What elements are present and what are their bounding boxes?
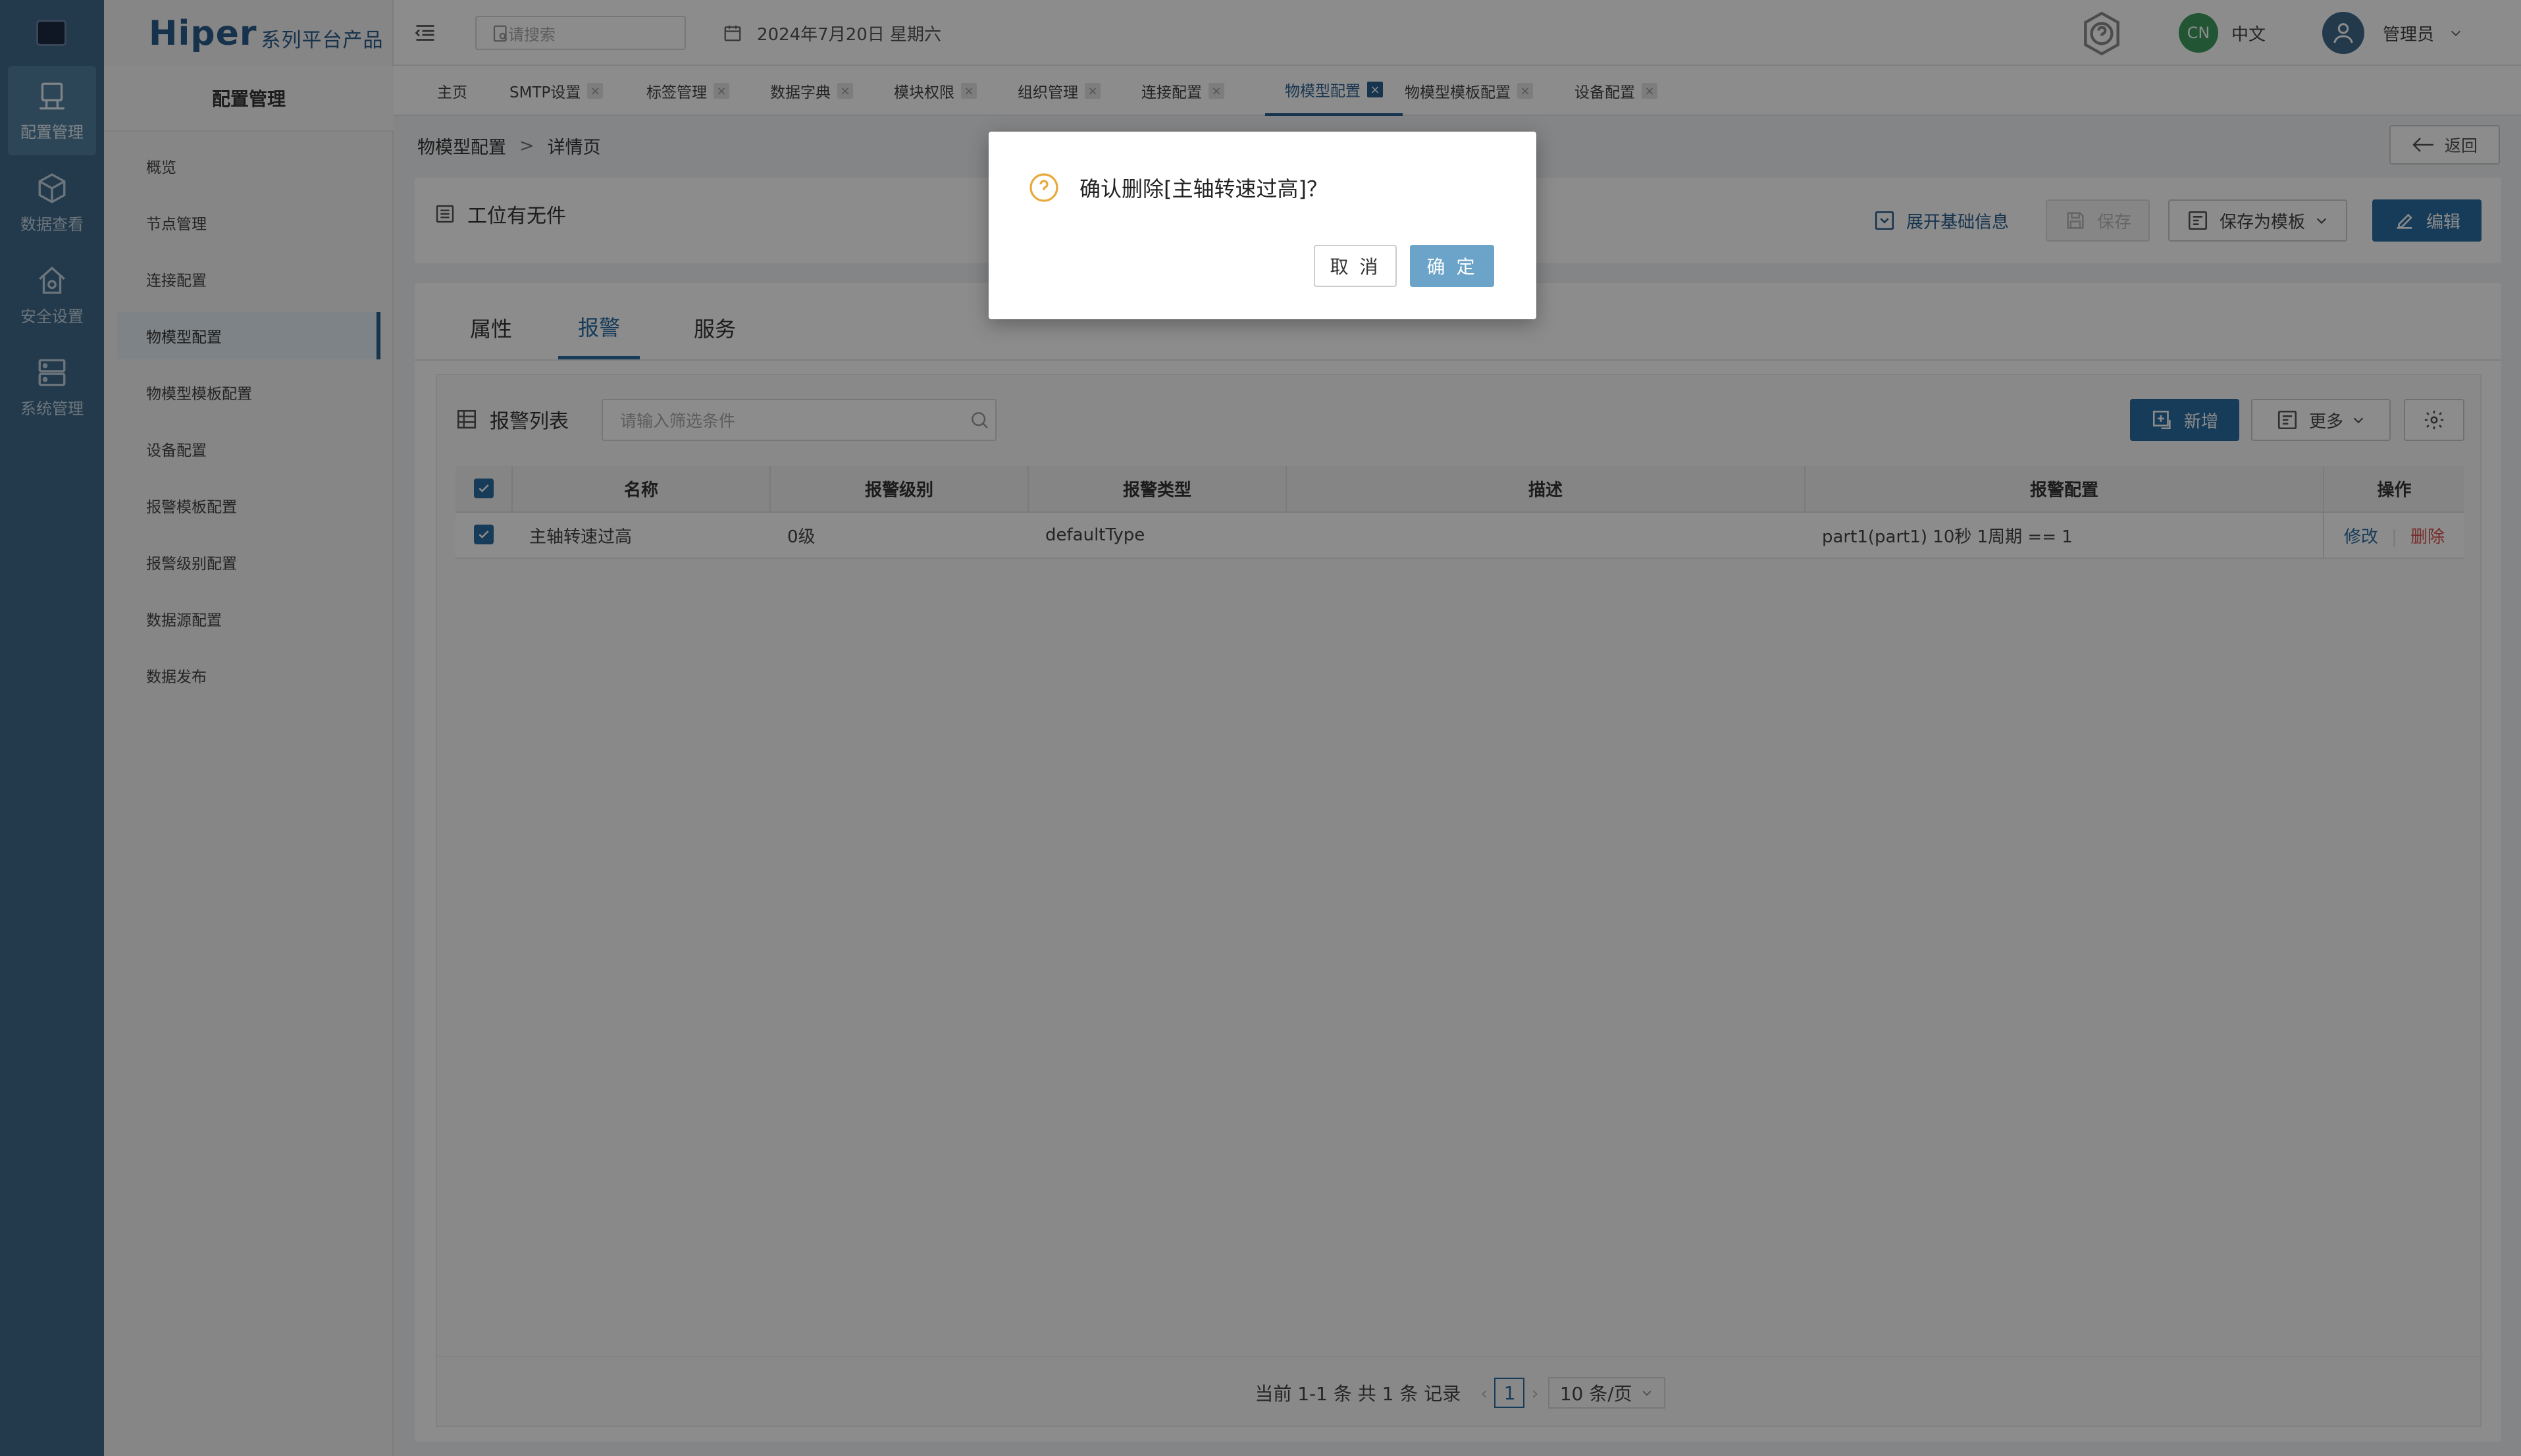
- question-circle-icon: [1029, 173, 1058, 202]
- cancel-button[interactable]: 取 消: [1314, 245, 1397, 287]
- confirm-button[interactable]: 确 定: [1410, 245, 1494, 287]
- dialog-message: 确认删除[主轴转速过高]？: [1028, 171, 1328, 204]
- confirm-delete-dialog: 确认删除[主轴转速过高]？ 取 消 确 定: [989, 132, 1536, 319]
